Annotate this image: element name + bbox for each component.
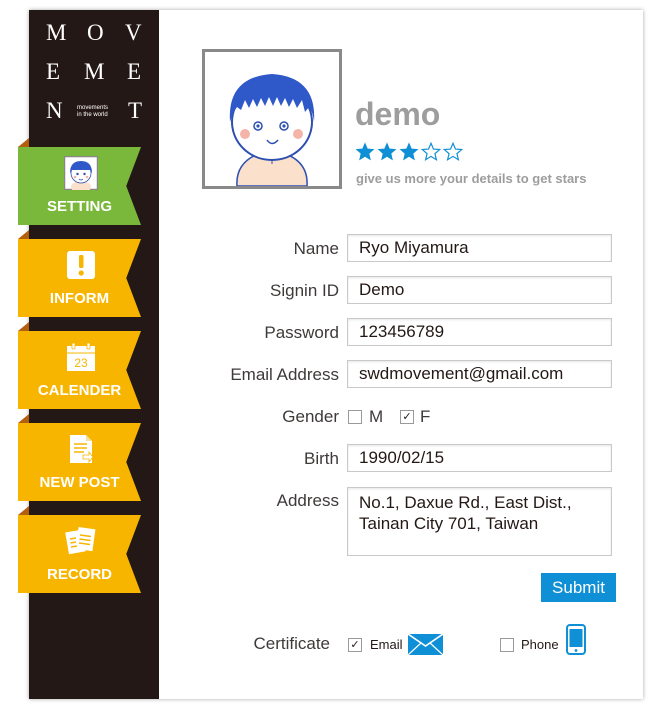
- email-input[interactable]: [347, 360, 612, 388]
- address-textarea[interactable]: [347, 487, 612, 556]
- document-icon: [64, 432, 98, 466]
- calendar-day: 23: [74, 356, 88, 370]
- gender-m-label: M: [369, 407, 384, 426]
- brand-logo: M O V E M E N T movements in the world: [29, 10, 159, 135]
- logo-letter: M: [46, 20, 67, 45]
- birth-input[interactable]: [347, 444, 612, 472]
- logo-letter: T: [128, 98, 143, 123]
- nav-item-new-post[interactable]: NEW POST: [18, 423, 141, 501]
- nav-fold: [18, 138, 29, 147]
- submit-button[interactable]: Submit: [541, 573, 616, 602]
- avatar-icon: [64, 156, 98, 190]
- gender-f-label: F: [420, 407, 431, 426]
- calendar-icon: 23: [64, 340, 98, 374]
- nav-fold: [18, 506, 29, 515]
- avatar-illustration-icon: [229, 74, 315, 186]
- certificate-email-label: Email: [370, 637, 403, 652]
- records-icon: [64, 524, 98, 558]
- nav-item-calender[interactable]: 23 CALENDER: [18, 331, 141, 409]
- phone-icon: [566, 624, 586, 655]
- profile-hint: give us more your details to get stars: [356, 171, 587, 186]
- logo-letter: E: [46, 59, 61, 84]
- signin-id-input[interactable]: [347, 276, 612, 304]
- mail-icon: [408, 634, 443, 655]
- address-label: Address: [276, 491, 339, 510]
- certificate-phone-label: Phone: [521, 637, 559, 652]
- birth-label: Birth: [304, 449, 339, 468]
- nav-item-setting[interactable]: SETTING: [18, 147, 141, 225]
- star-filled-icon: [377, 142, 397, 161]
- gender-m-checkbox[interactable]: [348, 410, 362, 424]
- nav-label: NEW POST: [39, 474, 120, 491]
- nav-label: SETTING: [46, 198, 112, 215]
- name-input[interactable]: [347, 234, 612, 262]
- logo-letter: E: [127, 59, 142, 84]
- rating-stars: [354, 141, 464, 165]
- gender-label: Gender: [282, 407, 339, 426]
- gender-f-checkbox[interactable]: ✓: [400, 410, 414, 424]
- tagline-line: movements: [77, 105, 109, 111]
- profile-avatar[interactable]: [202, 49, 342, 189]
- logo-letter: V: [125, 20, 142, 45]
- tagline-line: in the world: [77, 112, 108, 118]
- nav-item-inform[interactable]: INFORM: [18, 239, 141, 317]
- nav-label: INFORM: [49, 290, 110, 307]
- logo-tagline: movements in the world: [77, 105, 108, 119]
- nav-fold: [18, 322, 29, 331]
- certificate-phone-checkbox[interactable]: [500, 638, 514, 652]
- password-input[interactable]: [347, 318, 612, 346]
- nav-item-record[interactable]: RECORD: [18, 515, 141, 593]
- profile-username: demo: [355, 96, 441, 132]
- logo-letter: O: [87, 20, 104, 45]
- certificate-email-checkbox[interactable]: ✓: [348, 638, 362, 652]
- password-label: Password: [264, 323, 339, 342]
- star-empty-icon: [442, 141, 464, 161]
- nav-label: RECORD: [46, 566, 112, 583]
- logo-letter: M: [84, 59, 105, 84]
- certificate-label: Certificate: [253, 634, 330, 653]
- exclamation-icon: [64, 248, 98, 282]
- nav-fold: [18, 230, 29, 239]
- star-filled-icon: [399, 142, 419, 161]
- star-filled-icon: [355, 142, 375, 161]
- nav-label: CALENDER: [37, 382, 122, 399]
- star-empty-icon: [420, 141, 442, 161]
- logo-letter: N: [46, 98, 63, 123]
- email-label: Email Address: [230, 365, 339, 384]
- nav-fold: [18, 414, 29, 423]
- signin-id-label: Signin ID: [270, 281, 339, 300]
- name-label: Name: [293, 239, 339, 258]
